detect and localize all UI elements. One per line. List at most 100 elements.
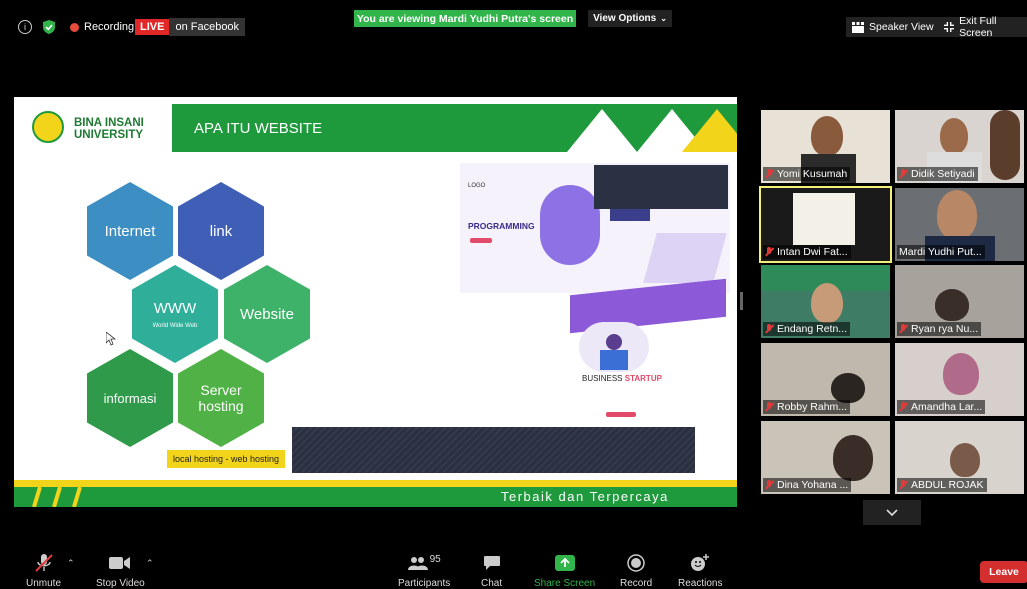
video-tile-6[interactable]: Ryan rya Nu...	[895, 265, 1024, 338]
record-button[interactable]: Record	[620, 553, 652, 589]
video-tile-4[interactable]: Mardi Yudhi Put...	[895, 188, 1024, 261]
chevron-down-icon: ⌄	[660, 14, 667, 23]
participant-name: Mardi Yudhi Put...	[897, 245, 985, 259]
exit-full-screen-button[interactable]: Exit Full Screen	[938, 15, 1027, 39]
participant-face	[811, 283, 843, 323]
hex-link-label: link	[209, 222, 233, 240]
view-options-button[interactable]: View Options ⌄	[588, 10, 672, 27]
logo-line1: BINA INSANI	[74, 117, 144, 129]
startup-label: STARTUP	[624, 374, 662, 383]
participant-face	[940, 118, 968, 154]
hex-server-label: Server hosting	[198, 382, 244, 414]
business-startup-illustration: BUSINESS STARTUP	[544, 312, 694, 422]
chat-label: Chat	[481, 578, 503, 589]
hex-www-label: WWW	[153, 299, 197, 317]
reactions-button[interactable]: Reactions	[678, 553, 722, 589]
hex-internet: Internet	[87, 182, 173, 280]
recording-label: Recording	[84, 21, 135, 33]
participants-count: 95	[429, 553, 441, 565]
participants-button[interactable]: 95 Participants	[398, 553, 450, 589]
viewing-banner: You are viewing Mardi Yudhi Putra's scre…	[354, 10, 576, 27]
exit-fullscreen-icon	[944, 21, 955, 33]
participant-name: Robby Rahm...	[763, 400, 851, 414]
share-screen-button[interactable]: Share Screen	[534, 553, 595, 589]
video-tile-3-active-speaker[interactable]: Intan Dwi Fat...	[759, 186, 892, 263]
record-dot-icon	[70, 22, 79, 32]
video-tile-9[interactable]: Dina Yohana ...	[761, 421, 890, 494]
stop-video-label: Stop Video	[96, 578, 145, 589]
panel-resize-handle[interactable]	[740, 292, 743, 310]
programming-cta	[470, 238, 492, 243]
gallery-next-page-button[interactable]	[863, 500, 921, 525]
shared-screen: BINA INSANI UNIVERSITY APA ITU WEBSITE I…	[14, 97, 737, 507]
mic-muted-icon	[765, 480, 773, 490]
illustration-logo: LOGO	[468, 183, 486, 189]
participant-name: Amandha Lar...	[897, 400, 986, 414]
chat-button[interactable]: Chat	[481, 553, 502, 589]
exit-full-screen-label: Exit Full Screen	[959, 15, 997, 39]
redacted-block-top	[594, 165, 728, 209]
participant-name: Dina Yohana ...	[763, 478, 852, 492]
video-tile-10[interactable]: ABDUL ROJAK	[895, 421, 1024, 494]
guitar-in-background	[990, 110, 1020, 180]
footer-stripes	[32, 487, 82, 507]
hex-server: Server hosting	[178, 349, 264, 447]
business-label: BUSINESS	[582, 374, 623, 383]
speaker-view-button[interactable]: Speaker View	[846, 17, 940, 37]
mic-muted-icon	[899, 480, 907, 490]
record-icon	[627, 554, 645, 572]
programming-label: PROGRAMMING	[468, 221, 535, 231]
hex-website-label: Website	[240, 305, 294, 323]
mic-muted-icon	[765, 247, 773, 257]
live-indicator[interactable]: LIVE on Facebook	[135, 17, 246, 37]
hex-www-sublabel: World Wide Web	[152, 322, 198, 329]
participant-name: Endang Retn...	[763, 322, 851, 336]
live-platform: on Facebook	[169, 18, 246, 36]
video-tile-5[interactable]: Endang Retn...	[761, 265, 890, 338]
hex-www: WWW World Wide Web	[132, 265, 218, 363]
logo-line2: UNIVERSITY	[74, 129, 144, 141]
share-screen-label: Share Screen	[534, 578, 596, 589]
video-options-caret[interactable]: ⌃	[146, 558, 154, 569]
participant-name: Intan Dwi Fat...	[763, 245, 851, 259]
share-screen-icon	[554, 555, 575, 571]
recording-indicator[interactable]: Recording	[70, 17, 134, 37]
illustration-blob	[540, 185, 600, 265]
mic-muted-icon	[765, 402, 773, 412]
video-tile-7[interactable]: Robby Rahm...	[761, 343, 890, 416]
participant-face	[943, 353, 979, 395]
mic-muted-icon	[899, 402, 907, 412]
university-logo-text: BINA INSANI UNIVERSITY	[74, 117, 144, 141]
participant-name: ABDUL ROJAK	[897, 478, 987, 492]
reactions-label: Reactions	[678, 578, 723, 589]
illustration-desk	[643, 233, 727, 283]
mic-muted-icon	[899, 324, 907, 334]
audio-options-caret[interactable]: ⌃	[67, 558, 75, 569]
view-options-label: View Options	[593, 13, 657, 24]
unmute-button[interactable]: Unmute	[26, 553, 61, 589]
security-shield[interactable]	[42, 17, 56, 37]
speaker-view-label: Speaker View	[869, 21, 934, 33]
participant-name: Ryan rya Nu...	[897, 322, 982, 336]
info-icon: i	[18, 20, 32, 34]
person-head	[606, 334, 622, 350]
video-tile-1[interactable]: Yomi Kusumah	[761, 110, 890, 183]
stop-video-button[interactable]: Stop Video	[96, 553, 145, 589]
video-tile-8[interactable]: Amandha Lar...	[895, 343, 1024, 416]
leave-button[interactable]: Leave	[980, 561, 1027, 583]
footer-yellow-band	[14, 480, 737, 487]
shield-icon	[43, 20, 55, 34]
hex-internet-label: Internet	[104, 222, 156, 240]
video-tile-2[interactable]: Didik Setiyadi	[895, 110, 1024, 183]
meeting-info-button[interactable]: i	[18, 17, 32, 37]
mic-muted-icon	[34, 554, 53, 572]
hosting-note: local hosting - web hosting	[167, 450, 286, 468]
cursor-icon	[106, 332, 116, 346]
person-laptop	[600, 350, 628, 370]
unmute-label: Unmute	[26, 578, 62, 589]
slide-title: APA ITU WEBSITE	[194, 120, 323, 137]
startup-cta	[606, 412, 636, 417]
speaker-view-icon	[852, 21, 864, 33]
mic-muted-icon	[765, 169, 773, 179]
footer-tagline: Terbaik dan Terpercaya	[501, 489, 669, 504]
